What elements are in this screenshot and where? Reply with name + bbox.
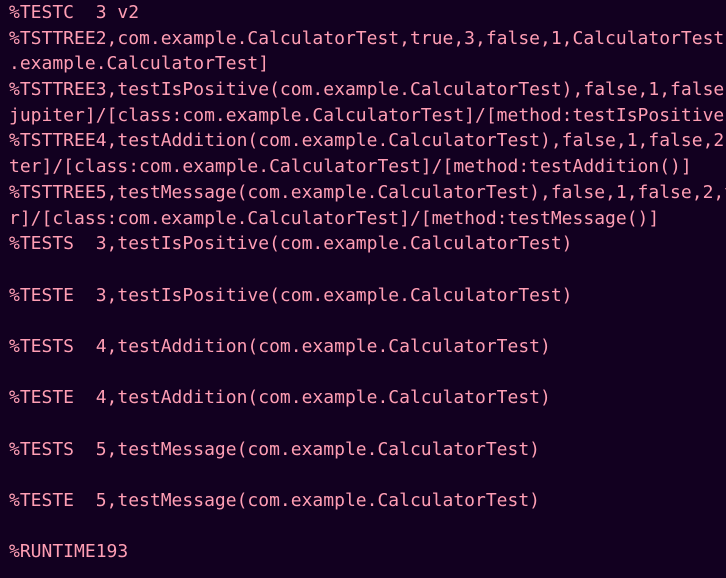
terminal-line: %TSTTREE5,testMessage(com.example.Calcul… (9, 181, 726, 203)
terminal-line: %TESTS 3,testIsPositive(com.example.Calc… (9, 233, 573, 255)
terminal-line: r]/[class:com.example.CalculatorTest]/[m… (9, 207, 660, 229)
terminal-line: %TESTS 4,testAddition(com.example.Calcul… (9, 335, 551, 357)
terminal-line: .example.CalculatorTest] (9, 53, 270, 75)
terminal-line: %TESTE 5,testMessage(com.example.Calcula… (9, 490, 541, 512)
terminal-line: %TESTE 3,testIsPositive(com.example.Calc… (9, 284, 573, 306)
terminal-line: %RUNTIME193 (9, 541, 129, 563)
terminal-output[interactable]: %TESTC 3 v2 %TSTTREE2,com.example.Calcul… (0, 0, 726, 578)
terminal-line: ter]/[class:com.example.CalculatorTest]/… (9, 156, 692, 178)
terminal-line: %TESTC 3 v2 (9, 2, 140, 23)
terminal-line: %TESTS 5,testMessage(com.example.Calcula… (9, 438, 541, 460)
terminal-line: %TSTTREE3,testIsPositive(com.example.Cal… (9, 79, 726, 101)
terminal-line: jupiter]/[class:com.example.CalculatorTe… (9, 104, 726, 126)
terminal-line: %TSTTREE4,testAddition(com.example.Calcu… (9, 130, 726, 152)
terminal-line: %TSTTREE2,com.example.CalculatorTest,tru… (9, 27, 726, 49)
terminal-line: %TESTE 4,testAddition(com.example.Calcul… (9, 387, 551, 409)
